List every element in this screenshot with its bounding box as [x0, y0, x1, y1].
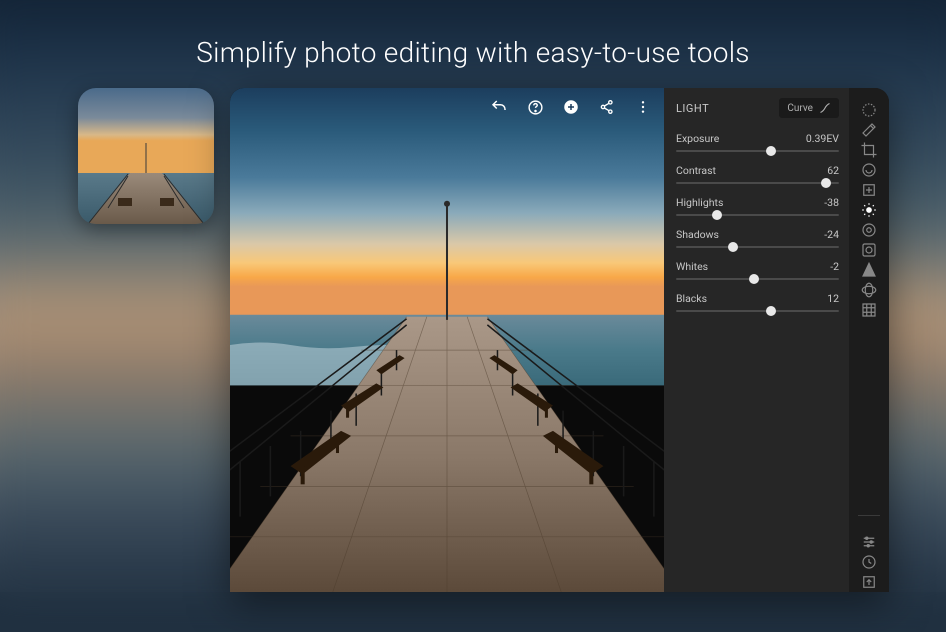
slider-contrast: Contrast 62 [676, 164, 839, 184]
undo-icon[interactable] [490, 98, 508, 116]
tool-healing[interactable] [859, 120, 879, 140]
tool-effects[interactable] [859, 240, 879, 260]
photo-toolbar [490, 98, 652, 116]
tool-presets[interactable] [859, 532, 879, 552]
slider-label: Exposure [676, 132, 719, 145]
more-icon[interactable] [634, 98, 652, 116]
slider-thumb[interactable] [821, 178, 831, 188]
optics-icon [860, 281, 878, 299]
share-icon[interactable] [598, 98, 616, 116]
tool-light[interactable] [859, 200, 879, 220]
versions-icon [860, 553, 878, 571]
auto-icon [860, 181, 878, 199]
tool-export[interactable] [859, 572, 879, 592]
presets-icon [860, 533, 878, 551]
slider-value: 62 [827, 164, 839, 177]
slider-label: Blacks [676, 292, 707, 305]
slider-track[interactable] [676, 278, 839, 280]
tool-versions[interactable] [859, 552, 879, 572]
before-thumbnail [78, 88, 214, 224]
light-icon [860, 201, 878, 219]
profile-icon [860, 161, 878, 179]
slider-exposure: Exposure 0.39EV [676, 132, 839, 152]
slider-blacks: Blacks 12 [676, 292, 839, 312]
slider-track[interactable] [676, 182, 839, 184]
tool-crop[interactable] [859, 140, 879, 160]
tool-profile[interactable] [859, 160, 879, 180]
tool-color[interactable] [859, 220, 879, 240]
slider-highlights: Highlights -38 [676, 196, 839, 216]
healing-icon [860, 121, 878, 139]
add-icon[interactable] [562, 98, 580, 116]
curve-label: Curve [787, 103, 813, 114]
slider-value: -38 [824, 196, 839, 209]
slider-thumb[interactable] [766, 146, 776, 156]
slider-shadows: Shadows -24 [676, 228, 839, 248]
crop-icon [860, 141, 878, 159]
slider-whites: Whites -2 [676, 260, 839, 280]
slider-label: Shadows [676, 228, 719, 241]
effects-icon [860, 241, 878, 259]
rail-divider [858, 515, 880, 516]
geometry-icon [860, 301, 878, 319]
slider-track[interactable] [676, 150, 839, 152]
curve-icon [819, 102, 831, 114]
tool-detail[interactable] [859, 260, 879, 280]
app-window: LIGHT Curve Exposure 0.39EV Contrast 62 High… [230, 88, 889, 592]
slider-value: 12 [827, 292, 839, 305]
pier-photo-main [230, 88, 664, 592]
loupe-icon [860, 101, 878, 119]
light-panel: LIGHT Curve Exposure 0.39EV Contrast 62 High… [664, 88, 849, 592]
tool-optics[interactable] [859, 280, 879, 300]
tool-loupe[interactable] [859, 100, 879, 120]
slider-label: Contrast [676, 164, 716, 177]
color-icon [860, 221, 878, 239]
tool-rail [849, 88, 889, 592]
marketing-headline: Simplify photo editing with easy-to-use … [0, 36, 946, 69]
slider-value: -2 [830, 260, 839, 273]
slider-value: 0.39EV [806, 132, 839, 145]
pier-photo-mini [78, 88, 214, 224]
photo-canvas[interactable] [230, 88, 664, 592]
help-icon[interactable] [526, 98, 544, 116]
slider-label: Highlights [676, 196, 723, 209]
curve-button[interactable]: Curve [779, 98, 839, 118]
slider-track[interactable] [676, 214, 839, 216]
slider-thumb[interactable] [766, 306, 776, 316]
export-icon [860, 573, 878, 591]
tool-auto[interactable] [859, 180, 879, 200]
slider-label: Whites [676, 260, 708, 273]
detail-icon [860, 261, 878, 279]
slider-value: -24 [824, 228, 839, 241]
slider-thumb[interactable] [712, 210, 722, 220]
slider-thumb[interactable] [749, 274, 759, 284]
slider-thumb[interactable] [728, 242, 738, 252]
slider-track[interactable] [676, 246, 839, 248]
slider-track[interactable] [676, 310, 839, 312]
panel-title: LIGHT [676, 102, 709, 115]
tool-geometry[interactable] [859, 300, 879, 320]
